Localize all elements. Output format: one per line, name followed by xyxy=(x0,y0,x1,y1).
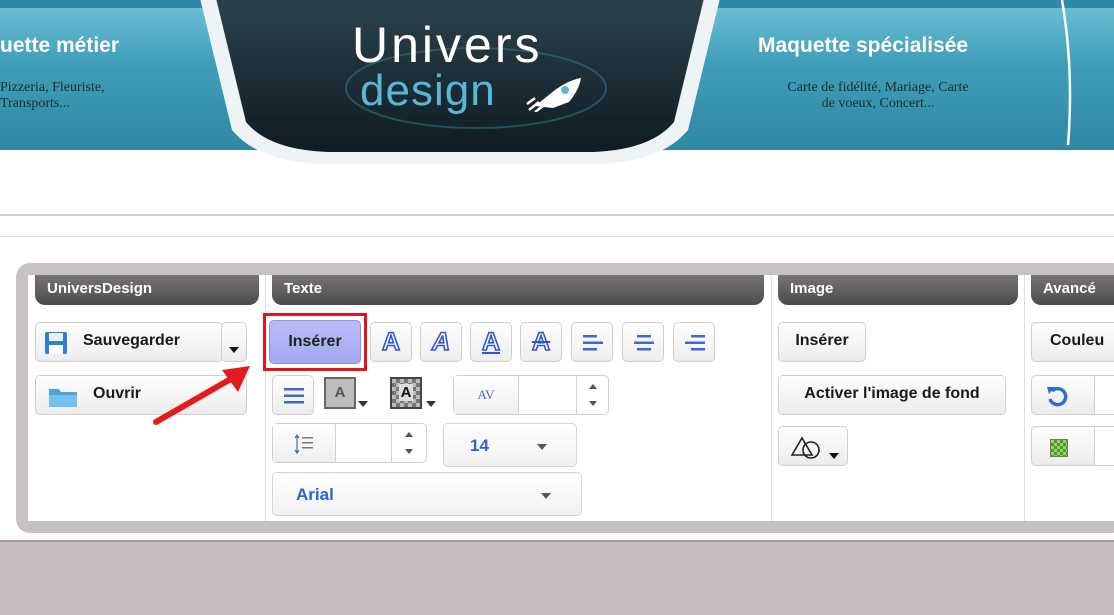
insert-image-button[interactable]: Insérer xyxy=(778,322,866,362)
italic-a-icon: A xyxy=(431,327,451,357)
rotate-control[interactable] xyxy=(1031,375,1114,415)
chevron-down-icon xyxy=(537,444,547,450)
underline-a-icon: A xyxy=(481,327,501,357)
align-right-icon xyxy=(685,335,705,351)
folder-icon xyxy=(49,389,77,407)
align-center-button[interactable] xyxy=(622,322,664,362)
align-justify-icon xyxy=(284,388,304,404)
chevron-down-icon xyxy=(541,493,551,499)
section-header-image: Image xyxy=(778,275,1018,305)
insert-text-button[interactable]: Insérer xyxy=(269,320,361,364)
rotate-icon xyxy=(1047,386,1068,407)
text-strikethrough-button[interactable]: A xyxy=(520,322,562,362)
header-spacer-2 xyxy=(0,216,1114,237)
save-options-dropdown[interactable] xyxy=(221,322,247,362)
outline-a-icon: A xyxy=(381,327,401,357)
banner-divider xyxy=(1060,0,1072,146)
section-header-texte: Texte xyxy=(272,275,764,305)
align-left-icon xyxy=(583,335,603,351)
chevron-down-icon xyxy=(426,401,436,407)
nav-maquette-specialisee-title[interactable]: Maquette spécialisée xyxy=(758,34,968,58)
up-down-arrow-icon xyxy=(589,384,597,406)
section-header-universdesign: UniversDesign xyxy=(35,275,259,305)
text-color-picker[interactable]: A xyxy=(320,375,370,415)
nav-maquette-specialisee-subtitle: Carte de fidélité, Mariage, Carte de voe… xyxy=(787,80,969,111)
chevron-down-icon xyxy=(829,453,839,459)
transparency-icon xyxy=(1050,439,1068,457)
stepper-arrows[interactable] xyxy=(576,376,609,414)
stepper-arrows[interactable] xyxy=(391,424,427,462)
nav-maquette-metier-title[interactable]: uette métier xyxy=(0,34,119,58)
logo-design-text: design xyxy=(360,66,496,115)
shapes-dropdown[interactable] xyxy=(778,426,848,466)
text-underline-button[interactable]: A xyxy=(470,322,512,362)
line-height-input[interactable] xyxy=(337,424,391,462)
text-outline-button[interactable]: A xyxy=(370,322,412,362)
align-justify-button[interactable] xyxy=(272,375,314,415)
section-header-avance: Avancé xyxy=(1031,275,1114,305)
letter-spacing-stepper[interactable]: AV xyxy=(453,375,609,415)
font-family-select[interactable]: Arial xyxy=(272,472,582,516)
shapes-icon xyxy=(790,436,820,459)
font-size-select[interactable]: 14 xyxy=(443,423,577,467)
background-color-swatch-icon: A xyxy=(390,377,422,409)
text-background-color-picker[interactable]: A xyxy=(386,375,436,415)
up-down-arrow-icon xyxy=(405,432,413,454)
chevron-down-icon xyxy=(229,347,239,353)
letter-spacing-input[interactable] xyxy=(520,376,574,414)
floppy-disk-icon xyxy=(45,332,67,354)
letter-spacing-icon: AV xyxy=(454,376,519,414)
opacity-control[interactable] xyxy=(1031,426,1114,466)
nav-maquette-metier-subtitle: Pizzeria, Fleuriste, Transports... xyxy=(0,80,105,111)
page-bottom-area xyxy=(0,540,1114,615)
rocket-icon xyxy=(526,78,581,112)
strikethrough-a-icon: A xyxy=(531,327,551,357)
line-height-stepper[interactable] xyxy=(272,423,427,463)
align-right-button[interactable] xyxy=(673,322,715,362)
red-pointer-arrow xyxy=(153,366,250,425)
save-button[interactable]: Sauvegarder xyxy=(35,322,223,362)
activate-background-image-button[interactable]: Activer l'image de fond xyxy=(778,375,1006,415)
color-button[interactable]: Couleu xyxy=(1031,322,1114,362)
chevron-down-icon xyxy=(358,401,368,407)
line-height-icon xyxy=(273,424,336,462)
text-italic-button[interactable]: A xyxy=(420,322,462,362)
align-center-icon xyxy=(634,335,654,351)
align-left-button[interactable] xyxy=(571,322,613,362)
text-color-swatch-icon: A xyxy=(324,377,356,409)
